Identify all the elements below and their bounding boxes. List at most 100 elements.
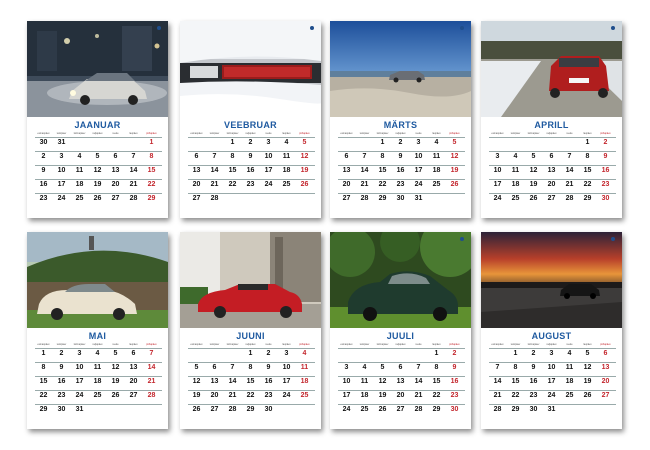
- calendar-day: 1: [149, 139, 154, 146]
- calendar-day: 9: [603, 153, 608, 160]
- calendar-day: 6: [194, 153, 199, 160]
- calendar-week-row: 3 4 5 6 7 8 9: [489, 151, 616, 165]
- weekday-label: reede: [415, 343, 422, 346]
- calendar-day: 4: [362, 364, 367, 371]
- weekday-label: teisipäev: [510, 132, 521, 135]
- calendar-day: 7: [567, 153, 572, 160]
- calendar-week-row: 2 3 4 5 6 7 8: [35, 151, 162, 165]
- weekday-label: reede: [265, 343, 272, 346]
- calendar-page-august: AUGUST esmaspäev teisipäev kolmapäev neljap…: [481, 232, 622, 429]
- calendar-day: 13: [601, 364, 610, 371]
- weekday-label: reede: [112, 343, 119, 346]
- saab-logo: [310, 26, 315, 31]
- calendar-day: 11: [300, 364, 309, 371]
- calendar-day: 30: [39, 139, 48, 146]
- calendar-day: 6: [603, 350, 608, 357]
- photo-car-on-frozen-shore: [330, 21, 471, 117]
- calendar-day: 18: [432, 167, 441, 174]
- calendar-week-row: 8 9 10 11 12 13 14: [35, 362, 162, 376]
- weekday-label: pühapäev: [146, 343, 157, 346]
- mini-calendar-prev: [188, 192, 214, 205]
- calendar-day: 22: [39, 392, 48, 399]
- calendar-day: 30: [264, 406, 273, 413]
- calendar-day: 5: [194, 364, 199, 371]
- calendar-day: 2: [452, 350, 457, 357]
- weekday-label: laupäev: [282, 132, 291, 135]
- calendar-day: 13: [547, 167, 556, 174]
- calendar-day: 15: [378, 167, 387, 174]
- weekday-label: teisipäev: [56, 343, 67, 346]
- weekday-label: laupäev: [583, 343, 592, 346]
- calendar-day: 16: [264, 378, 273, 385]
- calendar-day: 30: [396, 195, 405, 202]
- mini-calendar-prev: [35, 192, 61, 205]
- calendar-day: 9: [398, 153, 403, 160]
- calendar-day: 6: [113, 153, 118, 160]
- calendar-day: 15: [147, 167, 156, 174]
- weekday-label: neljapäev: [395, 132, 406, 135]
- saab-logo-icon: [460, 237, 464, 242]
- weekday-label: pühapäev: [600, 343, 611, 346]
- mini-calendar-next: [287, 403, 313, 416]
- calendar-day: 3: [266, 139, 271, 146]
- mini-calendar-next: [134, 192, 160, 205]
- calendar-day: 2: [398, 139, 403, 146]
- calendar-day: 19: [583, 378, 592, 385]
- calendar-day: 14: [493, 378, 502, 385]
- calendar-day: 17: [414, 167, 423, 174]
- calendar-day: 25: [75, 195, 84, 202]
- calendar-day: 12: [300, 153, 309, 160]
- weekday-label: neljapäev: [245, 132, 256, 135]
- month-title: VEEBRUAR: [224, 120, 277, 130]
- calendar-day: 20: [396, 392, 405, 399]
- calendar-day: 5: [585, 350, 590, 357]
- calendar-day: 16: [450, 378, 459, 385]
- calendar-day: 17: [75, 378, 84, 385]
- saab-logo: [611, 26, 616, 31]
- calendar-day: 17: [282, 378, 291, 385]
- calendar-day: 5: [302, 139, 307, 146]
- calendar-day: 4: [567, 350, 572, 357]
- saab-logo: [611, 237, 616, 242]
- weekday-label: neljapäev: [92, 132, 103, 135]
- calendar-week-row: 12: [338, 348, 465, 362]
- calendar-day: 17: [547, 378, 556, 385]
- calendar-day: 27: [129, 392, 138, 399]
- calendar-day: 8: [149, 153, 154, 160]
- calendar-day: 19: [378, 392, 387, 399]
- mini-calendar-prev: [338, 403, 364, 416]
- calendar-day: 27: [396, 406, 405, 413]
- calendar-day: 11: [75, 167, 84, 174]
- calendar-day: 11: [282, 153, 291, 160]
- calendar-day: 16: [396, 167, 405, 174]
- calendar-day: 13: [210, 378, 219, 385]
- calendar-day: 23: [57, 392, 66, 399]
- mini-calendar-prev: [489, 403, 515, 416]
- calendar-week-row: 6 7 8 9 10 11 12: [188, 151, 315, 165]
- calendar-day: 26: [450, 181, 459, 188]
- calendar-day: 9: [41, 167, 46, 174]
- calendar-day: 28: [414, 406, 423, 413]
- calendar-day: 25: [300, 392, 309, 399]
- calendar-day: 7: [212, 153, 217, 160]
- weekday-label: reede: [112, 132, 119, 135]
- calendar-day: 2: [266, 350, 271, 357]
- calendar-day: 2: [41, 153, 46, 160]
- calendar-day: 21: [147, 378, 156, 385]
- calendar-day: 6: [549, 153, 554, 160]
- calendar-day: 13: [396, 378, 405, 385]
- saab-logo-icon: [460, 26, 464, 31]
- calendar-day: 19: [450, 167, 459, 174]
- calendar-week-row: 1 2 3 4: [188, 348, 315, 362]
- calendar-day: 3: [416, 139, 421, 146]
- calendar-day: 10: [75, 364, 84, 371]
- calendar-day: 12: [529, 167, 538, 174]
- calendar-day: 7: [230, 364, 235, 371]
- calendar-week-row: 9 10 11 12 13 14 15: [35, 165, 162, 179]
- calendar-day: 14: [360, 167, 369, 174]
- calendar-week-row: 1 2 3 4 5: [188, 137, 315, 151]
- calendar-day: 19: [529, 181, 538, 188]
- photo-snowy-night-car: [27, 21, 168, 117]
- calendar-week-row: 14 15 16 17 18 19 20: [489, 376, 616, 390]
- calendar-day: 17: [57, 181, 66, 188]
